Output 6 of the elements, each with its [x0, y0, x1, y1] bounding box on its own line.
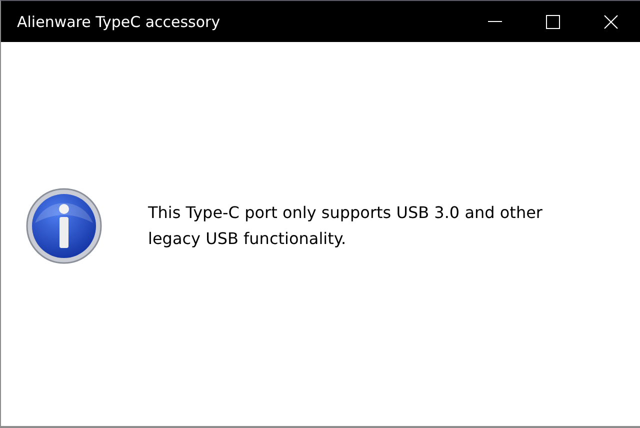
close-icon: [604, 14, 618, 28]
minimize-icon: [488, 21, 502, 22]
window-title: Alienware TypeC accessory: [17, 12, 220, 30]
message-text: This Type-C port only supports USB 3.0 and other legacy USB functionality.: [148, 202, 544, 250]
maximize-icon: [546, 14, 560, 28]
information-icon: [25, 187, 103, 265]
